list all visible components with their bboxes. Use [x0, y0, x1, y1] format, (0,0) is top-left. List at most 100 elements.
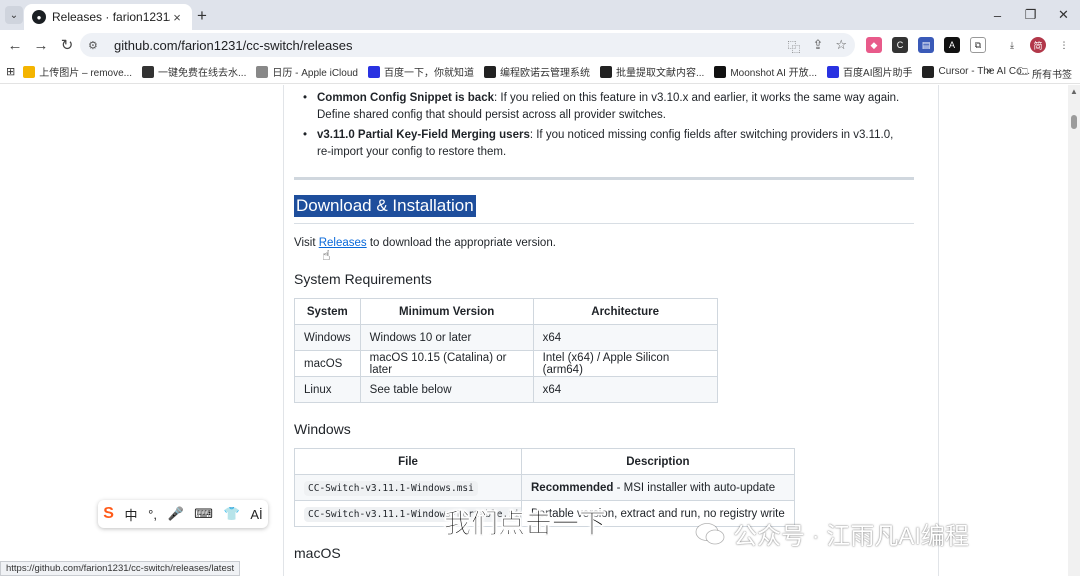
note-bold: Common Config Snippet is back [317, 92, 494, 104]
extensions-puzzle-icon[interactable]: ⧉ [970, 37, 986, 53]
cast-icon[interactable]: ⇪ [812, 37, 823, 56]
tab-bar: ⌄ ● Releases · farion1231/cc-swit × + – … [0, 0, 1080, 30]
forward-button[interactable]: → [28, 37, 54, 54]
section-heading: Download & Installation [294, 195, 476, 217]
download-icon[interactable]: ⤓ [1004, 37, 1020, 53]
divider [283, 85, 284, 576]
bookmark-favicon-icon [714, 65, 727, 78]
wechat-icon [695, 522, 725, 544]
reload-button[interactable]: ↻ [54, 36, 80, 54]
bookmark-item[interactable]: 一键免费在线去水... [142, 64, 246, 79]
close-window-button[interactable]: ✕ [1047, 0, 1080, 30]
bookmark-item[interactable]: 上传图片 – remove... [23, 64, 132, 79]
desc-bold: Recommended [531, 481, 614, 494]
scroll-thumb[interactable] [1071, 115, 1077, 129]
address-bar[interactable]: ⚙ github.com/farion1231/cc-switch/releas… [80, 33, 855, 57]
bookmark-label: Moonshot AI 开放... [730, 68, 818, 79]
table-header-row: System Minimum Version Architecture [294, 298, 718, 325]
close-tab-icon[interactable]: × [170, 10, 184, 25]
release-notes-list: Common Config Snippet is back: If you re… [300, 90, 910, 164]
extension-icon[interactable]: C [892, 37, 908, 53]
windows-heading: Windows [294, 421, 351, 437]
vertical-scrollbar[interactable]: ▲ [1068, 85, 1080, 576]
minimize-button[interactable]: – [981, 0, 1014, 30]
table-cell: x64 [532, 324, 718, 351]
table-cell: Windows 10 or later [359, 324, 534, 351]
column-header: Minimum Version [359, 298, 534, 325]
bookmark-item[interactable]: 日历 - Apple iCloud [256, 64, 358, 79]
visit-suffix: to download the appropriate version. [366, 237, 556, 249]
site-info-icon[interactable]: ⚙ [88, 39, 104, 52]
table-cell: x64 [532, 376, 718, 403]
bookmark-item[interactable]: 编程欧诺云管理系统 [483, 64, 590, 79]
ime-toolbar: S 中 °, 🎤 ⌨ 👕 Aİ [98, 500, 268, 528]
bookmark-item[interactable]: Cursor - The AI Co... [922, 64, 1030, 79]
table-row: macOS macOS 10.15 (Catalina) or later In… [294, 350, 718, 377]
menu-kebab-icon[interactable]: ⋮ [1056, 37, 1072, 53]
table-cell: macOS [294, 350, 361, 377]
active-tab[interactable]: ● Releases · farion1231/cc-swit × [24, 4, 192, 30]
github-icon: ● [32, 10, 46, 24]
table-header-row: File Description [294, 448, 795, 475]
bookmark-label: 编程欧诺云管理系统 [499, 68, 590, 79]
column-header: Description [521, 448, 795, 475]
column-header: System [294, 298, 361, 325]
apps-grid-icon[interactable]: ⊞ [6, 65, 15, 78]
ime-language-toggle[interactable]: 中 [125, 505, 138, 524]
bookmarks-overflow-button[interactable]: » [986, 65, 992, 77]
bookmark-item[interactable]: 百度一下，你就知道 [367, 64, 474, 79]
sogou-logo-icon[interactable]: S [103, 505, 114, 523]
browser-toolbar: ← → ↻ ⚙ github.com/farion1231/cc-switch/… [0, 30, 1080, 60]
status-bar-url: https://github.com/farion1231/cc-switch/… [0, 561, 241, 576]
extension-icon[interactable]: ◆ [866, 37, 882, 53]
tab-search-button[interactable]: ⌄ [5, 6, 23, 24]
table-row: Windows Windows 10 or later x64 [294, 324, 718, 351]
all-bookmarks-button[interactable]: 🗀 所有书签 [1018, 65, 1072, 82]
macos-heading: macOS [294, 545, 341, 561]
bookmark-favicon-icon [599, 65, 612, 78]
all-bookmarks-label: 所有书签 [1032, 70, 1072, 81]
table-row: Linux See table below x64 [294, 376, 718, 403]
bookmark-label: 上传图片 – remove... [39, 68, 133, 79]
bookmarks-bar: ⊞ 上传图片 – remove... 一键免费在线去水... 日历 - Apple … [0, 60, 1080, 84]
ai-icon[interactable]: Aİ [250, 507, 262, 522]
microphone-icon[interactable]: 🎤 [168, 506, 184, 522]
file-name: CC-Switch-v3.11.1-Windows.msi [304, 480, 478, 496]
bookmark-favicon-icon [23, 65, 36, 78]
back-button[interactable]: ← [2, 37, 28, 54]
visit-paragraph: Visit Releases to download the appropria… [294, 237, 556, 249]
bookmark-label: 百度AI图片助手 [843, 68, 913, 79]
restore-button[interactable]: ❐ [1014, 0, 1047, 30]
heading-underline [294, 223, 914, 224]
table-cell: Linux [294, 376, 361, 403]
url-text[interactable]: github.com/farion1231/cc-switch/releases [114, 38, 352, 53]
window-controls: – ❐ ✕ [981, 0, 1080, 30]
desc-text: - MSI installer with auto-update [613, 481, 776, 494]
bookmark-favicon-icon [483, 65, 496, 78]
table-cell: Windows [294, 324, 361, 351]
extension-icon[interactable]: ▤ [918, 37, 934, 53]
translate-icon[interactable]: ⿻ [787, 37, 800, 56]
skin-icon[interactable]: 👕 [224, 506, 240, 522]
new-tab-button[interactable]: + [197, 6, 207, 26]
bookmark-favicon-icon [142, 65, 155, 78]
table-cell: Recommended - MSI installer with auto-up… [521, 474, 795, 501]
divider [938, 85, 939, 576]
bookmark-favicon-icon [827, 65, 840, 78]
ime-punctuation-icon[interactable]: °, [148, 507, 157, 522]
bookmark-star-icon[interactable]: ☆ [835, 37, 847, 56]
bookmark-item[interactable]: 批量提取文献内容... [599, 64, 704, 79]
scroll-up-arrow-icon[interactable]: ▲ [1070, 87, 1078, 96]
bookmark-item[interactable]: 百度AI图片助手 [827, 64, 912, 79]
list-item: Common Config Snippet is back: If you re… [300, 90, 910, 124]
column-header: File [294, 448, 522, 475]
table-cell: See table below [359, 376, 534, 403]
hand-cursor-icon: ☝ [322, 247, 331, 263]
bookmark-item[interactable]: Moonshot AI 开放... [714, 64, 817, 79]
avatar[interactable]: 简 [1030, 37, 1046, 53]
bookmark-label: 一键免费在线去水... [158, 68, 247, 79]
keyboard-icon[interactable]: ⌨ [194, 506, 213, 522]
table-cell: Intel (x64) / Apple Silicon (arm64) [532, 350, 718, 377]
watermark: 公众号 · 江雨凡AI编程 [695, 516, 969, 551]
extension-icon[interactable]: A [944, 37, 960, 53]
